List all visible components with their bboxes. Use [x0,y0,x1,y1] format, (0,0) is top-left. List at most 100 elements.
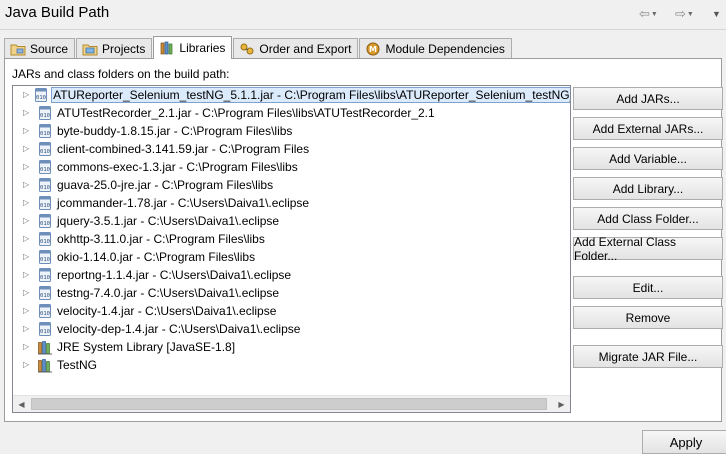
tree-row-label: JRE System Library [JavaSE-1.8] [57,340,236,354]
jar-icon: 010 [37,267,53,283]
library-icon [37,339,53,355]
svg-text:010: 010 [40,329,50,335]
scroll-thumb[interactable] [31,398,547,410]
tree-row-label: guava-25.0-jre.jar - C:\Program Files\li… [57,178,274,192]
forward-arrow-icon: ⇨ [675,6,686,21]
svg-text:010: 010 [40,311,50,317]
jar-icon: 010 [37,195,53,211]
header-divider [0,29,726,30]
expand-arrow-icon[interactable]: ▷ [23,248,33,266]
tree-row[interactable]: ▷ 010 commons-exec-1.3.jar - C:\Program Fi… [13,158,570,176]
expand-arrow-icon[interactable]: ▷ [23,230,33,248]
tab-source[interactable]: Source [4,38,76,59]
expand-arrow-icon[interactable]: ▷ [23,194,33,212]
edit-button[interactable]: Edit... [573,276,723,299]
add-external-jars-button[interactable]: Add External JARs... [573,117,723,140]
migrate-jar-button[interactable]: Migrate JAR File... [573,345,723,368]
tree-row[interactable]: ▷ 010 velocity-1.4.jar - C:\Users\Daiva1\.… [13,302,570,320]
svg-text:010: 010 [40,131,50,137]
tab-module-dependencies[interactable]: M Module Dependencies [359,38,512,59]
tree-row[interactable]: ▷ 010 byte-buddy-1.8.15.jar - C:\Program F… [13,122,570,140]
expand-arrow-icon[interactable]: ▷ [23,122,33,140]
tree-row[interactable]: ▷ 010 testng-7.4.0.jar - C:\Users\Daiva1\.… [13,284,570,302]
expand-arrow-icon[interactable]: ▷ [23,320,33,338]
view-menu-button[interactable]: ▼ [711,6,721,22]
tree-row[interactable]: ▷ 010 guava-25.0-jre.jar - C:\Program File… [13,176,570,194]
library-icon [37,357,53,373]
svg-text:010: 010 [40,257,50,263]
tree-row[interactable]: ▷ JRE System Library [JavaSE-1.8] [13,338,570,356]
tree-rows: ▷ 010 ATUReporter_Selenium_testNG_5.1.1.ja… [13,86,570,374]
jar-icon: 010 [37,105,53,121]
svg-text:010: 010 [40,167,50,173]
libraries-icon [159,41,175,55]
tree-row-label: client-combined-3.141.59.jar - C:\Progra… [57,142,310,156]
jar-icon: 010 [37,177,53,193]
tab-order-and-export[interactable]: Order and Export [233,38,359,59]
tree-row[interactable]: ▷ 010 okhttp-3.11.0.jar - C:\Program Files… [13,230,570,248]
add-library-button[interactable]: Add Library... [573,177,723,200]
tree-row[interactable]: ▷ 010 jcommander-1.78.jar - C:\Users\Daiva… [13,194,570,212]
tab-source-label: Source [30,42,69,56]
order-export-icon [239,42,255,56]
svg-text:010: 010 [40,149,50,155]
tab-bar: Source Projects Libraries Order and Expo… [4,36,513,59]
jar-icon: 010 [37,159,53,175]
expand-arrow-icon[interactable]: ▷ [23,104,33,122]
svg-text:010: 010 [40,113,50,119]
tab-libraries[interactable]: Libraries [153,36,233,59]
expand-arrow-icon[interactable]: ▷ [23,284,33,302]
expand-arrow-icon[interactable]: ▷ [23,302,33,320]
jar-icon: 010 [37,231,53,247]
expand-arrow-icon[interactable]: ▷ [23,140,33,158]
tree-row-label: testng-7.4.0.jar - C:\Users\Daiva1\.ecli… [57,286,280,300]
add-class-folder-button[interactable]: Add Class Folder... [573,207,723,230]
tree-row[interactable]: ▷ 010 client-combined-3.141.59.jar - C:\Pr… [13,140,570,158]
expand-arrow-icon[interactable]: ▷ [23,158,33,176]
tree-row[interactable]: ▷ 010 ATUReporter_Selenium_testNG_5.1.1.ja… [13,86,570,104]
libraries-panel: JARs and class folders on the build path… [4,58,723,422]
page-title: Java Build Path [5,4,110,21]
apply-button[interactable]: Apply [642,430,726,454]
jar-icon: 010 [37,285,53,301]
chevron-down-icon: ▼ [686,10,694,18]
source-folder-icon [10,42,26,56]
svg-text:010: 010 [40,239,50,245]
expand-arrow-icon[interactable]: ▷ [23,212,33,230]
scroll-left-icon[interactable]: ◀ [13,396,30,412]
back-button[interactable]: ⇦ ▼ [639,6,658,22]
add-variable-button[interactable]: Add Variable... [573,147,723,170]
scroll-right-icon[interactable]: ▶ [553,396,570,412]
expand-arrow-icon[interactable]: ▷ [23,338,33,356]
projects-icon [82,42,98,56]
tree-row[interactable]: ▷ 010 okio-1.14.0.jar - C:\Program Files\l… [13,248,570,266]
tab-projects[interactable]: Projects [76,38,153,59]
tree-row-label: okhttp-3.11.0.jar - C:\Program Files\lib… [57,232,265,246]
menu-icon: ▼ [712,9,721,19]
tree-row[interactable]: ▷ 010 reportng-1.1.4.jar - C:\Users\Daiva1… [13,266,570,284]
tree-row-label: reportng-1.1.4.jar - C:\Users\Daiva1\.ec… [57,268,292,282]
horizontal-scrollbar[interactable]: ◀ ▶ [13,395,570,412]
tab-projects-label: Projects [102,42,146,56]
expand-arrow-icon[interactable]: ▷ [23,176,33,194]
expand-arrow-icon[interactable]: ▷ [23,266,33,284]
tree-row[interactable]: ▷ TestNG [13,356,570,374]
remove-button[interactable]: Remove [573,306,723,329]
svg-text:010: 010 [40,275,50,281]
expand-arrow-icon[interactable]: ▷ [23,86,29,104]
expand-arrow-icon[interactable]: ▷ [23,356,33,374]
forward-button[interactable]: ⇨ ▼ [675,6,694,22]
svg-text:010: 010 [40,293,50,299]
jar-icon: 010 [37,249,53,265]
tree-row[interactable]: ▷ 010 ATUTestRecorder_2.1.jar - C:\Program… [13,104,570,122]
build-path-tree[interactable]: ▷ 010 ATUReporter_Selenium_testNG_5.1.1.ja… [12,85,571,413]
svg-text:M: M [369,45,377,54]
tree-row-label: TestNG [57,358,98,372]
add-jars-button[interactable]: Add JARs... [573,87,723,110]
add-external-class-folder-button[interactable]: Add External Class Folder... [573,235,723,263]
tree-row-label: byte-buddy-1.8.15.jar - C:\Program Files… [57,124,293,138]
tree-row[interactable]: ▷ 010 jquery-3.5.1.jar - C:\Users\Daiva1\.… [13,212,570,230]
svg-text:010: 010 [40,185,50,191]
tree-row-label: jquery-3.5.1.jar - C:\Users\Daiva1\.ecli… [57,214,280,228]
tree-row[interactable]: ▷ 010 velocity-dep-1.4.jar - C:\Users\Daiv… [13,320,570,338]
